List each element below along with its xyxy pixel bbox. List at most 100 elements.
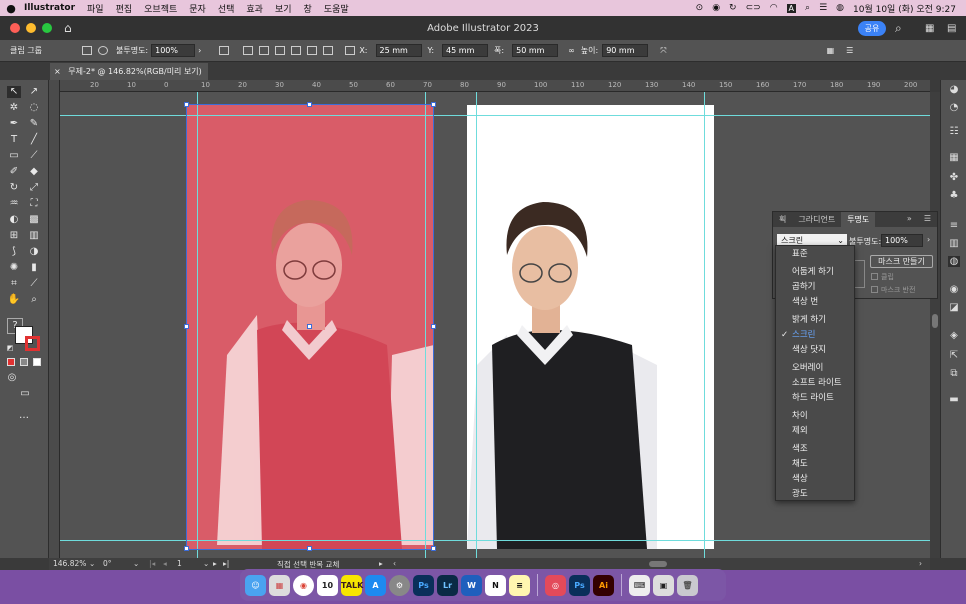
blend-tool-icon[interactable]: ◑ (27, 246, 41, 258)
rotation-dropdown-icon[interactable]: ⌄ (133, 559, 139, 568)
vertical-scrollbar[interactable] (930, 92, 940, 558)
menu-object[interactable]: 오브젝트 (138, 2, 183, 15)
photoshop-2-icon[interactable]: Ps (569, 574, 590, 596)
x-field[interactable]: 25 mm (375, 44, 422, 57)
menu-help[interactable]: 도움말 (318, 2, 355, 15)
transform-icon[interactable]: ⤧ (660, 46, 666, 56)
spotlight-search-icon[interactable]: ⌕ (805, 3, 810, 13)
graph-tool-icon[interactable]: ▮ (27, 262, 41, 274)
panel-opacity-field[interactable]: 100% (881, 234, 923, 247)
menu-type[interactable]: 문자 (183, 2, 212, 15)
menu-select[interactable]: 선택 (212, 2, 241, 15)
edit-toolbar-icon[interactable]: … (17, 410, 31, 422)
input-source-icon[interactable]: A (786, 3, 797, 13)
resize-handle-ne[interactable] (431, 102, 436, 107)
blend-option-difference[interactable]: 차이 (776, 410, 854, 422)
menu-view[interactable]: 보기 (269, 2, 298, 15)
creative-cloud-status-icon[interactable]: ⊙ (696, 3, 704, 13)
home-icon[interactable]: ⌂ (64, 21, 72, 35)
type-tool-icon[interactable]: T (7, 134, 21, 146)
panel-opacity-arrow-icon[interactable]: › (927, 235, 930, 244)
calendar-icon[interactable]: 10 (317, 574, 338, 596)
close-window-button[interactable] (10, 23, 20, 33)
make-mask-button[interactable]: 마스크 만들기 (870, 255, 933, 268)
color-panel-icon[interactable]: ◕ (948, 84, 960, 95)
blend-option-color[interactable]: 색상 (776, 473, 854, 485)
lasso-tool-icon[interactable]: ◌ (27, 102, 41, 114)
menu-window[interactable]: 창 (298, 2, 318, 15)
tab-gradient[interactable]: 그라디언트 (792, 212, 841, 227)
system-settings-icon[interactable]: ⚙ (389, 574, 410, 596)
brushes-icon[interactable]: ✤ (948, 172, 960, 183)
notification-status-icon[interactable]: ◉ (712, 3, 720, 13)
opacity-field[interactable]: 100% (151, 44, 196, 57)
direct-selection-tool-icon[interactable]: ↗ (27, 86, 41, 98)
trash-icon[interactable]: 🗑 (677, 574, 698, 596)
stroke-swatch[interactable] (25, 336, 40, 351)
properties-icon[interactable]: ☷ (948, 126, 960, 137)
zoom-dropdown-icon[interactable]: ⌄ (89, 559, 95, 568)
symbols-icon[interactable]: ♣ (948, 190, 960, 201)
keyboard-viewer-icon[interactable]: ⌨ (629, 574, 650, 596)
blend-option-hard-light[interactable]: 하드 라이트 (776, 392, 854, 404)
next-artboard-icon[interactable]: ▸ (213, 559, 217, 568)
blend-option-soft-light[interactable]: 소프트 라이트 (776, 377, 854, 389)
app-store-icon[interactable]: A (365, 574, 386, 596)
panel-collapse-icon[interactable]: » (901, 212, 918, 227)
resize-handle-se[interactable] (431, 546, 436, 551)
align-right-icon[interactable] (275, 46, 286, 55)
creative-cloud-icon[interactable]: ◎ (545, 574, 566, 596)
blend-option-hue[interactable]: 색조 (776, 443, 854, 455)
blend-option-lighten[interactable]: 밝게 하기 (776, 314, 854, 326)
symbol-sprayer-tool-icon[interactable]: ✺ (7, 262, 21, 274)
blend-option-screen[interactable]: ✓ 스크린 (776, 329, 854, 341)
blend-option-normal[interactable]: 표준 (776, 248, 854, 260)
minimize-window-button[interactable] (26, 23, 36, 33)
none-mode-icon[interactable] (33, 358, 41, 366)
selection-tool-icon[interactable]: ↖ (7, 86, 21, 98)
layers-icon[interactable]: ◈ (948, 330, 960, 341)
align-bottom-icon[interactable] (323, 46, 334, 55)
control-center-icon[interactable]: ☰ (819, 3, 827, 13)
line-tool-icon[interactable]: ╱ (27, 134, 41, 146)
toggle-status-icon[interactable]: ⊂⊃ (746, 3, 761, 13)
tab-transparency[interactable]: 투명도 (841, 212, 876, 227)
graphic-styles-icon[interactable]: ◪ (948, 302, 960, 313)
right-artboard[interactable] (467, 105, 714, 549)
gradient-mode-icon[interactable] (20, 358, 28, 366)
artboard-number[interactable]: 1 (177, 559, 182, 568)
clip-checkbox[interactable]: 클립 (871, 272, 894, 282)
shaper-tool-icon[interactable]: ✐ (7, 166, 21, 178)
vertical-guide-4[interactable] (704, 92, 705, 558)
edit-contents-icon[interactable] (97, 46, 108, 55)
live-paint-tool-icon[interactable]: ▩ (27, 214, 41, 226)
edit-clip-path-icon[interactable] (81, 46, 92, 55)
transparency-panel-icon[interactable]: ◍ (948, 256, 960, 267)
color-guide-icon[interactable]: ◔ (948, 102, 960, 113)
resize-handle-w[interactable] (184, 324, 189, 329)
menu-edit[interactable]: 편집 (110, 2, 139, 15)
stroke-panel-icon[interactable]: ≡ (948, 220, 960, 231)
slice-tool-icon[interactable]: ⟋ (27, 278, 41, 290)
appearance-icon[interactable]: ◉ (948, 284, 960, 295)
screen-mode-icon[interactable]: ▭ (18, 388, 32, 400)
blend-option-luminosity[interactable]: 광도 (776, 488, 854, 500)
free-transform-tool-icon[interactable]: ⛶ (27, 198, 41, 210)
width-field[interactable]: 50 mm (512, 44, 559, 57)
zoom-tool-icon[interactable]: ⌕ (27, 294, 41, 306)
apple-menu-icon[interactable]: ● (0, 2, 22, 15)
status-arrow-icon[interactable]: ▸ (379, 559, 383, 568)
reference-point-icon[interactable] (345, 46, 356, 55)
eraser-tool-icon[interactable]: ◆ (27, 166, 41, 178)
blend-option-darken[interactable]: 어둡게 하기 (776, 266, 854, 278)
isolate-icon[interactable]: ▦ (827, 46, 835, 55)
document-tab[interactable]: × 무제-2* @ 146.82%(RGB/미리 보기) (50, 63, 208, 80)
paintbrush-tool-icon[interactable]: ⟋ (27, 150, 41, 162)
rectangle-tool-icon[interactable]: ▭ (7, 150, 21, 162)
opacity-arrow-icon[interactable]: › (198, 46, 201, 55)
document-setup-icon[interactable] (219, 46, 230, 55)
previous-artboard-icon[interactable]: ◂ (163, 559, 167, 568)
siri-icon[interactable]: ◍ (836, 3, 844, 13)
pen-tool-icon[interactable]: ✒ (7, 118, 21, 130)
shape-builder-tool-icon[interactable]: ◐ (7, 214, 21, 226)
